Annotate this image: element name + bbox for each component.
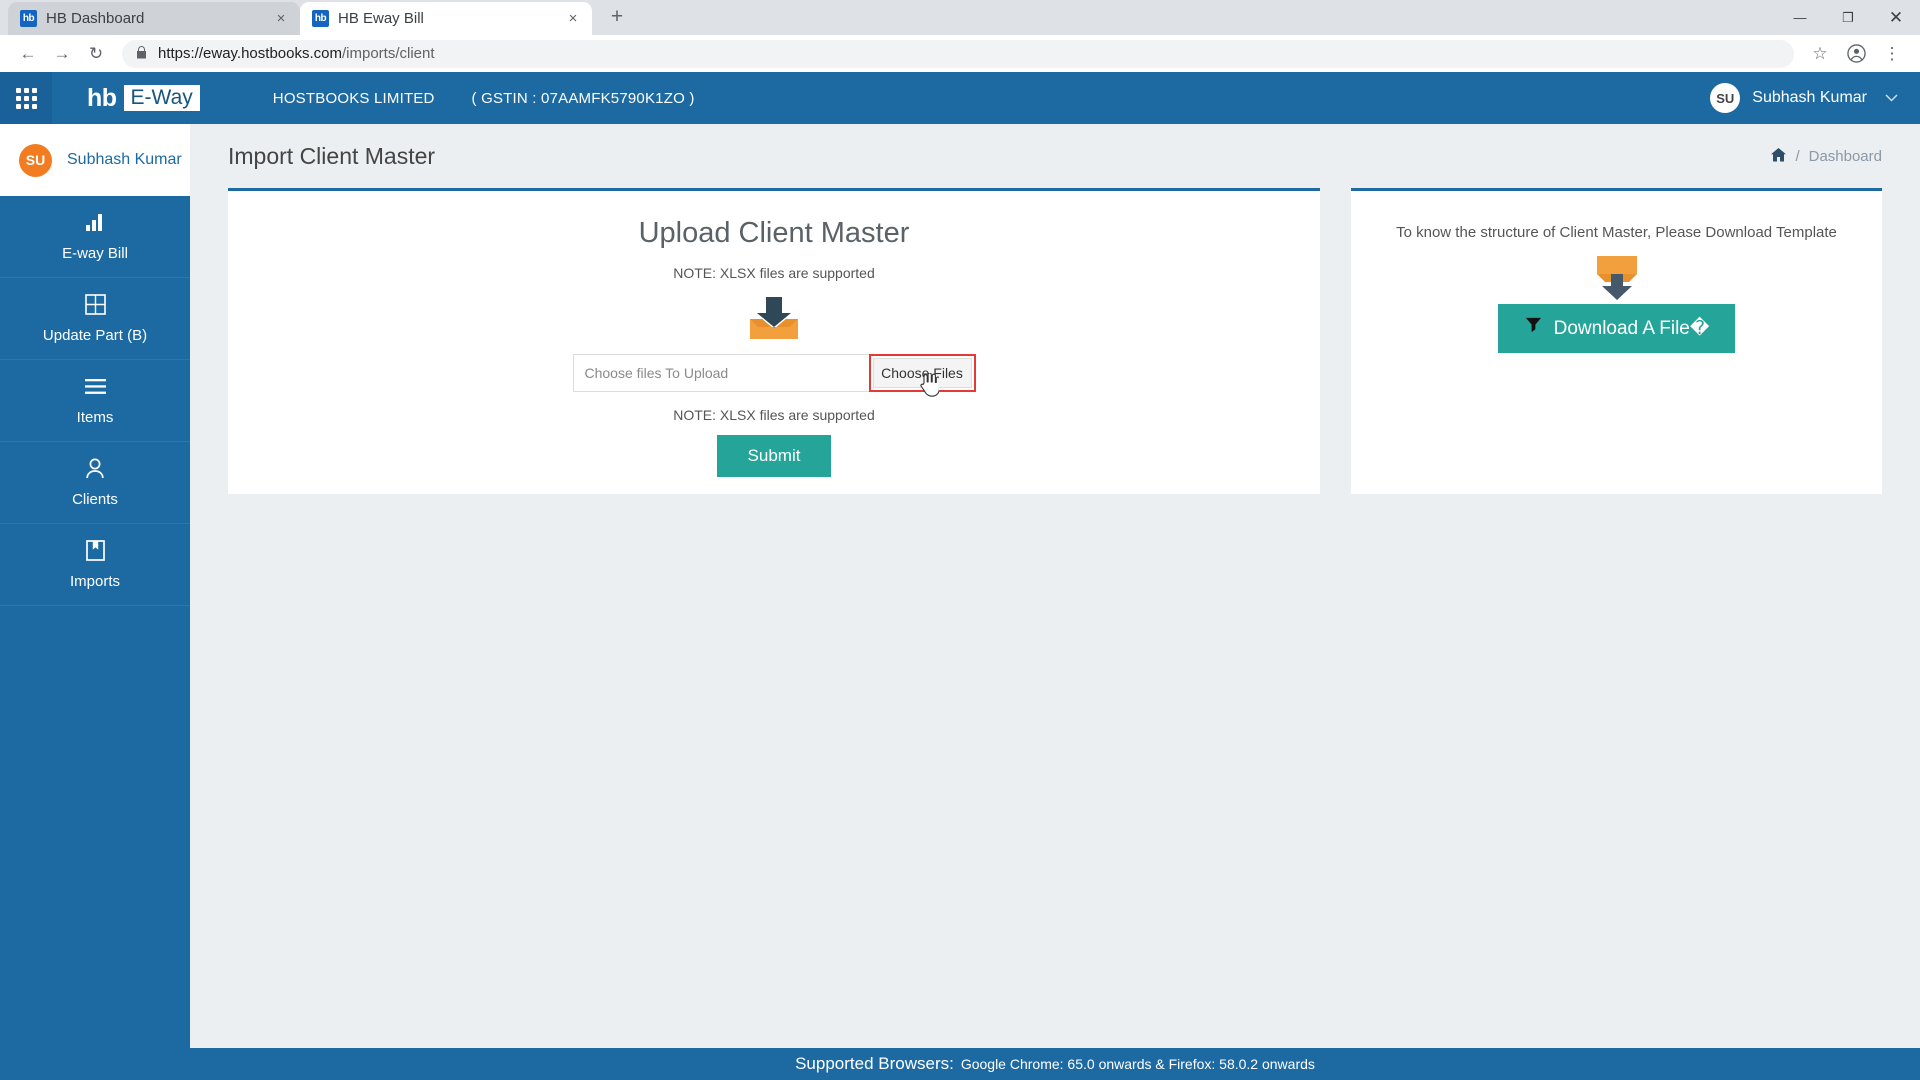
choose-files-highlight: Choose Files [868,354,976,397]
sidebar-item-eway-bill[interactable]: E-way Bill [0,196,190,278]
choose-files-button[interactable]: Choose Files [872,358,972,397]
file-input-row: Choose files To Upload Choose Files [228,354,1320,397]
toolbar-right: ☆ ⋮ [1804,39,1908,69]
sidebar-item-clients[interactable]: Clients [0,442,190,524]
main-content: Import Client Master / Dashboard Upload … [190,124,1920,1080]
company-name: HOSTBOOKS LIMITED [272,89,435,107]
menu-lines-icon [84,376,107,398]
maximize-button[interactable]: ❐ [1824,0,1872,35]
application: hb E-Way HOSTBOOKS LIMITED ( GSTIN : 07A… [0,72,1920,1080]
download-button-label: Download A File� [1553,318,1710,339]
chevron-down-icon [1885,91,1898,105]
download-template-card: To know the structure of Client Master, … [1351,188,1882,494]
footer-strong-text: Supported Browsers: [795,1054,954,1073]
sidebar-item-imports[interactable]: Imports [0,524,190,606]
page-title: Import Client Master [228,142,436,169]
footer-normal-text: Google Chrome: 65.0 onwards & Firefox: 5… [960,1056,1315,1072]
browser-tab-1[interactable]: hb HB Dashboard × [8,2,300,35]
browser-menu-icon[interactable]: ⋮ [1876,39,1908,69]
app-body: SU Subhash Kumar E-way Bill Update Part … [0,124,1920,1080]
upload-card-title: Upload Client Master [638,217,910,249]
back-icon[interactable]: ← [12,39,44,69]
bookmark-star-icon[interactable]: ☆ [1804,39,1836,69]
footer: Supported Browsers: Google Chrome: 65.0 … [190,1048,1920,1080]
upload-note-bottom: NOTE: XLSX files are supported [673,407,875,423]
sidebar-user[interactable]: SU Subhash Kumar [0,124,190,196]
minimize-button[interactable]: — [1776,0,1824,35]
app-logo[interactable]: hb E-Way [87,84,200,113]
download-card-text: To know the structure of Client Master, … [1396,224,1837,241]
close-icon[interactable]: × [272,10,290,27]
download-arrow-icon [1524,316,1543,341]
window-controls: — ❐ ✕ [1776,0,1920,35]
bookmark-book-icon [85,540,105,562]
breadcrumb-separator: / [1795,147,1800,165]
download-box-icon [1351,254,1882,302]
browser-chrome: hb HB Dashboard × hb HB Eway Bill × + — … [0,0,1920,72]
home-icon[interactable] [1771,147,1787,165]
grid-table-icon [84,294,106,316]
logo-hb-text: hb [87,83,117,112]
tab-favicon-icon: hb [20,10,37,27]
upload-client-master-card: Upload Client Master NOTE: XLSX files ar… [228,188,1320,494]
tab-favicon-icon: hb [312,10,329,27]
grid-apps-icon[interactable] [0,72,52,124]
sidebar-item-label: Clients [72,490,118,508]
tab-title: HB Eway Bill [338,10,424,27]
sidebar-item-items[interactable]: Items [0,360,190,442]
sidebar: SU Subhash Kumar E-way Bill Update Part … [0,124,190,1080]
browser-tab-2[interactable]: hb HB Eway Bill × [300,2,592,35]
submit-row: Submit [228,435,1320,477]
user-name: Subhash Kumar [1752,89,1867,106]
window-close-button[interactable]: ✕ [1872,0,1920,35]
sidebar-item-label: Imports [69,572,120,590]
download-button-row: Download A File� [1351,304,1882,353]
browser-toolbar: ← → ↻ https://eway.hostbooks.com/imports… [0,35,1920,72]
logo-eway-text: E-Way [123,85,200,111]
tab-strip: hb HB Dashboard × hb HB Eway Bill × + — … [0,0,1920,35]
sidebar-user-name: Subhash Kumar [67,151,182,168]
sidebar-item-label: Items [76,408,114,426]
file-name-input[interactable]: Choose files To Upload [572,354,869,392]
url-path: /imports/client [341,45,435,62]
user-menu[interactable]: SU Subhash Kumar [1710,83,1898,113]
mouse-cursor-hand-icon [919,372,940,400]
breadcrumb-current[interactable]: Dashboard [1809,148,1882,165]
profile-icon[interactable] [1840,39,1872,69]
breadcrumb: / Dashboard [1771,147,1882,165]
sidebar-item-label: Update Part (B) [42,326,148,344]
sidebar-item-update-part-b[interactable]: Update Part (B) [0,278,190,360]
cards-row: Upload Client Master NOTE: XLSX files ar… [228,188,1882,494]
app-topbar: hb E-Way HOSTBOOKS LIMITED ( GSTIN : 07A… [0,72,1920,124]
gstin-label: ( GSTIN : 07AAMFK5790K1ZO ) [471,89,695,107]
download-a-file-button[interactable]: Download A File� [1497,304,1736,353]
avatar: SU [1710,83,1741,113]
close-icon[interactable]: × [564,10,582,27]
lock-icon [136,45,147,62]
page-header: Import Client Master / Dashboard [228,124,1882,188]
reload-icon[interactable]: ↻ [80,39,112,69]
tab-title: HB Dashboard [46,10,145,27]
new-tab-button[interactable]: + [602,3,632,33]
url-domain: https://eway.hostbooks.com/imports/clien… [158,45,435,62]
forward-icon[interactable]: → [46,39,78,69]
sidebar-item-label: E-way Bill [62,244,128,262]
avatar: SU [19,143,52,177]
upload-note-top: NOTE: XLSX files are supported [673,265,875,281]
bar-chart-icon [85,212,106,234]
submit-button[interactable]: Submit [716,435,832,477]
address-bar[interactable]: https://eway.hostbooks.com/imports/clien… [122,39,1794,68]
upload-box-icon [228,297,1320,341]
user-icon [85,458,105,480]
